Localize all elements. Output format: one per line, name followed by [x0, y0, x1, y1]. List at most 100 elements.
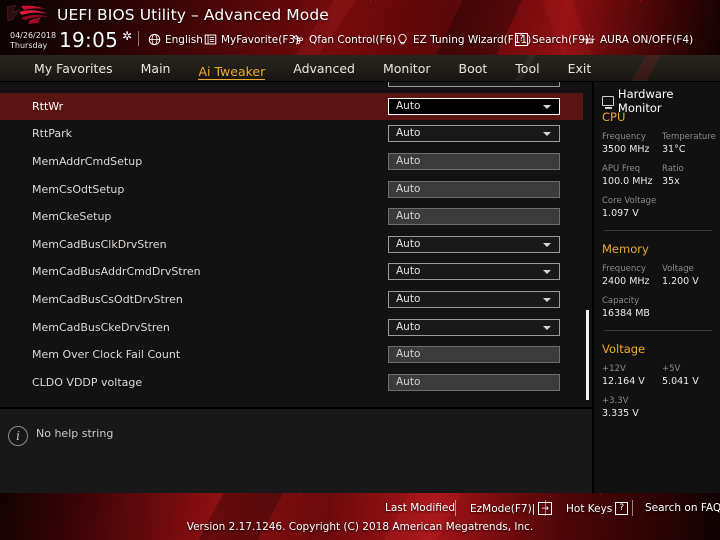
chevron-down-icon: [543, 242, 551, 247]
settings-row[interactable]: MemCadBusCsOdtDrvStren Auto: [0, 286, 583, 314]
setting-dropdown[interactable]: Auto: [388, 263, 560, 281]
settings-scrollbar[interactable]: [583, 82, 592, 407]
hw-value: 1.097 V: [602, 208, 639, 219]
setting-value: Auto: [396, 182, 421, 195]
setting-dropdown[interactable]: Auto: [388, 291, 560, 309]
setting-label: MemCadBusCkeDrvStren: [32, 320, 170, 334]
tab-monitor[interactable]: Monitor: [369, 55, 445, 82]
hot-keys-label: Hot Keys: [566, 502, 613, 515]
tab-label: Ai Tweaker: [198, 63, 266, 79]
setting-value: Auto: [396, 82, 420, 84]
gear-icon[interactable]: ✲: [122, 29, 132, 43]
settings-row[interactable]: MemCadBusAddrCmdDrvStren Auto: [0, 258, 583, 286]
settings-row[interactable]: MemCadBusClkDrvStren Auto: [0, 231, 583, 259]
setting-dropdown[interactable]: Auto: [388, 97, 560, 115]
setting-control: Auto: [388, 153, 560, 171]
settings-row[interactable]: MemAddrCmdSetup Auto: [0, 148, 583, 176]
hw-key: Temperature: [662, 132, 716, 142]
question-key-icon: ?: [615, 502, 629, 515]
tab-exit[interactable]: Exit: [554, 55, 606, 82]
setting-value: Auto: [396, 293, 421, 306]
settings-row[interactable]: MemCkeSetup Auto: [0, 203, 583, 231]
setting-control: Auto: [388, 125, 560, 143]
settings-row[interactable]: Mem Over Clock Fail Count Auto: [0, 341, 583, 369]
settings-row[interactable]: RttWr Auto: [0, 92, 583, 121]
window-title: UEFI BIOS Utility – Advanced Mode: [57, 6, 329, 24]
setting-dropdown[interactable]: Auto: [388, 82, 560, 88]
setting-control: Auto: [388, 346, 560, 364]
hw-key: Frequency: [602, 264, 646, 274]
setting-value: Auto: [396, 320, 421, 333]
ez-tuning-wizard-label: EZ Tuning Wizard(F11): [413, 33, 532, 46]
tab-tool[interactable]: Tool: [501, 55, 553, 82]
last-modified-button[interactable]: Last Modified: [385, 502, 455, 514]
setting-control: Auto: [388, 180, 560, 198]
settings-row[interactable]: RttPark Auto: [0, 120, 583, 148]
system-clock: 19:05: [59, 28, 119, 52]
settings-list-area: Auto RttWr Auto RttPark Auto MemAddrCmdSetup A…: [0, 82, 592, 407]
ez-tuning-wizard-button[interactable]: EZ Tuning Wizard(F11): [396, 32, 531, 47]
hw-key: Core Voltage: [602, 196, 657, 206]
settings-row[interactable]: MemCsOdtSetup Auto: [0, 175, 583, 203]
setting-value: Auto: [396, 265, 421, 278]
settings-row[interactable]: MemCadBusCkeDrvStren Auto: [0, 313, 583, 341]
setting-value: Auto: [396, 375, 421, 388]
hw-key: +3.3V: [602, 396, 629, 406]
hw-section-divider: [604, 330, 712, 331]
hardware-monitor-title-label: Hardware Monitor: [617, 87, 674, 115]
setting-value-readonly: Auto: [388, 208, 560, 226]
setting-control: Auto: [388, 263, 560, 281]
setting-label: CLDO VDDP voltage: [32, 375, 143, 389]
scrollbar-thumb[interactable]: [586, 310, 589, 400]
setting-control: Auto: [388, 291, 560, 309]
tab-label: My Favorites: [34, 61, 113, 76]
settings-row[interactable]: CLDO VDDP voltage Auto: [0, 369, 583, 397]
ezmode-button[interactable]: EzMode(F7)| →: [470, 502, 553, 515]
hw-section-title: Memory: [602, 242, 649, 256]
setting-dropdown[interactable]: Auto: [388, 318, 560, 336]
setting-dropdown[interactable]: Auto: [388, 125, 560, 143]
question-box-icon: ?: [515, 33, 528, 46]
tab-boot[interactable]: Boot: [445, 55, 502, 82]
hw-key: APU Freq: [602, 164, 641, 174]
tab-main[interactable]: Main: [127, 55, 185, 82]
qfan-control-button[interactable]: Qfan Control(F6): [292, 32, 396, 47]
hw-section-title: Voltage: [602, 342, 646, 356]
settings-row[interactable]: Auto: [0, 82, 583, 93]
setting-control: Auto: [388, 318, 560, 336]
myfavorite-label: MyFavorite(F3): [221, 33, 300, 46]
chevron-down-icon: [543, 104, 551, 109]
setting-value: Auto: [396, 127, 421, 140]
setting-control: Auto: [388, 235, 560, 253]
hw-section-divider: [604, 230, 712, 231]
hw-key: Voltage: [662, 264, 694, 274]
bios-window: UEFI BIOS Utility – Advanced Mode 04/26/…: [0, 0, 720, 540]
settings-rows: Auto RttWr Auto RttPark Auto MemAddrCmdSetup A…: [0, 82, 592, 396]
hw-value: 2400 MHz: [602, 276, 650, 287]
hw-value: 3500 MHz: [602, 144, 650, 155]
nav-tabs: My Favorites Main Ai Tweaker Advanced Monito…: [20, 55, 605, 82]
hw-key: Capacity: [602, 296, 640, 306]
last-modified-label: Last Modified: [385, 502, 456, 514]
tab-my-favorites[interactable]: My Favorites: [20, 55, 127, 82]
language-button[interactable]: English: [148, 32, 203, 47]
hw-value: 31°C: [662, 144, 686, 155]
setting-label: MemCadBusAddrCmdDrvStren: [32, 265, 201, 279]
aura-icon: [583, 33, 596, 46]
aura-label: AURA ON/OFF(F4): [600, 33, 694, 46]
monitor-icon: [602, 96, 614, 109]
tab-advanced[interactable]: Advanced: [279, 55, 369, 82]
tab-label: Boot: [458, 61, 488, 76]
myfavorite-button[interactable]: MyFavorite(F3): [204, 32, 299, 47]
hw-value: 1.200 V: [662, 276, 699, 287]
tab-label: Exit: [567, 61, 592, 76]
search-on-faq-button[interactable]: Search on FAQ: [645, 502, 720, 514]
aura-toggle-button[interactable]: AURA ON/OFF(F4): [583, 32, 693, 47]
setting-value: Auto: [396, 210, 421, 223]
search-button[interactable]: ? Search(F9): [515, 32, 589, 47]
tab-ai-tweaker[interactable]: Ai Tweaker: [184, 58, 279, 80]
hot-keys-button[interactable]: Hot Keys ?: [566, 502, 629, 515]
hw-value: 12.164 V: [602, 376, 645, 387]
hw-key: Ratio: [662, 164, 684, 174]
setting-dropdown[interactable]: Auto: [388, 235, 560, 253]
